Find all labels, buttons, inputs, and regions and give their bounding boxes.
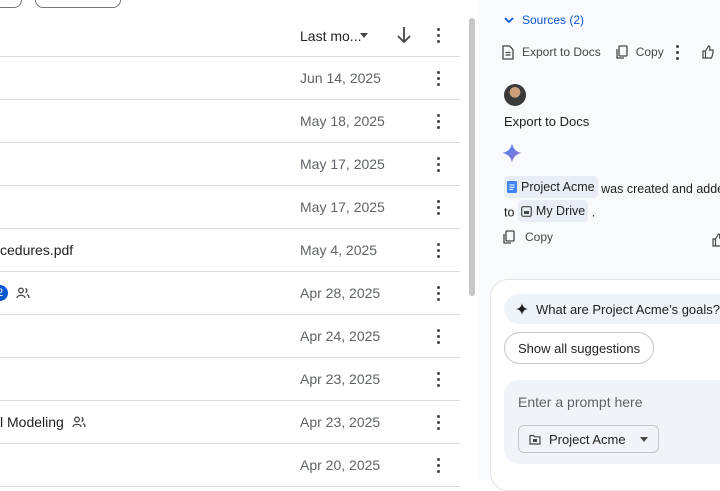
- modified-date: May 18, 2025: [300, 113, 385, 129]
- project-chip-label: Project Acme: [549, 431, 626, 447]
- more-options-icon[interactable]: [436, 114, 440, 130]
- thumbs-up-icon[interactable]: [712, 233, 720, 247]
- suggestion-label: What are Project Acme’s goals?: [536, 301, 720, 317]
- gemini-sparkle-icon: [502, 143, 522, 163]
- sort-column-label[interactable]: Last mo...: [300, 28, 361, 44]
- table-row[interactable]: May 17, 2025: [0, 186, 460, 229]
- file-rows: Jun 14, 2025 May 18, 2025 May 17, 2025 M…: [0, 57, 460, 487]
- doc-chip[interactable]: Project Acme: [504, 176, 598, 198]
- count-badge: 2: [0, 285, 8, 301]
- sparkle-icon: [516, 303, 528, 315]
- file-name[interactable]: cedures.pdf: [0, 242, 73, 258]
- table-row[interactable]: May 17, 2025: [0, 143, 460, 186]
- modified-date: Apr 20, 2025: [300, 457, 381, 473]
- thumbs-up-icon[interactable]: [702, 45, 714, 59]
- more-options-icon[interactable]: [436, 243, 440, 259]
- modified-date: Jun 14, 2025: [300, 70, 381, 86]
- file-name-text: l Modeling: [0, 414, 64, 430]
- google-docs-icon: [507, 181, 517, 193]
- copy-response-button[interactable]: Copy: [502, 230, 553, 244]
- more-options-icon[interactable]: [436, 458, 440, 474]
- file-list-pane: Last mo... Jun 14, 2025 May 18, 2025 May…: [0, 0, 478, 487]
- response-actions: Export to Docs Copy: [502, 44, 714, 60]
- response-text-part: was created and adde: [601, 182, 720, 196]
- sources-label: Sources (2): [522, 13, 585, 27]
- folder-icon: [529, 434, 541, 445]
- copy-button[interactable]: Copy: [615, 45, 664, 59]
- table-row[interactable]: l Modeling Apr 23, 2025: [0, 401, 460, 444]
- response-text: Project Acme was created and adde to My …: [504, 176, 720, 224]
- more-options-icon[interactable]: [436, 329, 440, 345]
- shared-people-icon: [72, 416, 86, 428]
- copy-label: Copy: [525, 230, 554, 244]
- scrollbar[interactable]: [469, 18, 475, 296]
- file-name[interactable]: 2: [0, 285, 30, 301]
- caret-down-icon[interactable]: [360, 33, 368, 38]
- doc-chip-label: Project Acme: [521, 180, 595, 194]
- table-row[interactable]: cedures.pdf May 4, 2025: [0, 229, 460, 272]
- table-row[interactable]: May 18, 2025: [0, 100, 460, 143]
- caret-down-icon: [639, 436, 648, 442]
- more-options-icon[interactable]: [436, 157, 440, 173]
- chevron-down-icon: [504, 16, 514, 23]
- filter-chip[interactable]: [0, 0, 22, 8]
- table-row[interactable]: Apr 24, 2025: [0, 315, 460, 358]
- modified-date: May 17, 2025: [300, 156, 385, 172]
- more-options-icon[interactable]: [436, 28, 440, 44]
- show-all-label: Show all suggestions: [518, 340, 641, 356]
- user-message: Export to Docs: [504, 114, 590, 129]
- response-text-part: to: [504, 205, 515, 220]
- prompt-input[interactable]: [518, 394, 718, 410]
- table-row[interactable]: Jun 14, 2025: [0, 57, 460, 100]
- more-options-icon[interactable]: [436, 372, 440, 388]
- prompt-box: Project Acme: [504, 380, 720, 464]
- table-row[interactable]: 2 Apr 28, 2025: [0, 272, 460, 315]
- response-text-part: .: [591, 205, 596, 220]
- drive-chip[interactable]: My Drive: [517, 200, 589, 222]
- copy-icon: [503, 230, 515, 244]
- modified-date: Apr 23, 2025: [300, 414, 381, 430]
- document-icon: [502, 44, 514, 60]
- show-all-suggestions-button[interactable]: Show all suggestions: [504, 332, 655, 364]
- arrow-down-icon[interactable]: [394, 24, 414, 46]
- drive-folder-icon: [521, 205, 532, 217]
- table-row[interactable]: Apr 20, 2025: [0, 444, 460, 487]
- more-options-icon[interactable]: [436, 71, 440, 87]
- sources-toggle[interactable]: Sources (2): [504, 13, 584, 27]
- gemini-side-panel: Sources (2) Export to Docs Copy Export t…: [478, 0, 720, 491]
- modified-date: May 4, 2025: [300, 242, 378, 258]
- modified-date: Apr 24, 2025: [300, 328, 381, 344]
- drive-chip-label: My Drive: [535, 204, 586, 218]
- more-options-icon[interactable]: [436, 415, 440, 431]
- file-list-header: Last mo...: [0, 14, 460, 57]
- project-selector[interactable]: Project Acme: [518, 425, 659, 453]
- avatar: [504, 84, 526, 106]
- modified-date: Apr 23, 2025: [300, 371, 381, 387]
- export-to-docs-button[interactable]: Export to Docs: [502, 44, 601, 60]
- copy-icon: [616, 45, 628, 59]
- modified-date: Apr 28, 2025: [300, 285, 381, 301]
- more-options-icon[interactable]: [436, 200, 440, 216]
- copy-label: Copy: [635, 45, 664, 59]
- modified-date: May 17, 2025: [300, 199, 385, 215]
- table-row[interactable]: Apr 23, 2025: [0, 358, 460, 401]
- filter-chip[interactable]: [35, 0, 121, 8]
- more-options-icon[interactable]: [436, 286, 440, 302]
- shared-people-icon: [16, 287, 30, 299]
- suggestion-chip[interactable]: What are Project Acme’s goals?: [504, 294, 720, 324]
- file-name[interactable]: l Modeling: [0, 414, 86, 430]
- more-options-icon[interactable]: [676, 45, 680, 61]
- export-label: Export to Docs: [522, 45, 601, 59]
